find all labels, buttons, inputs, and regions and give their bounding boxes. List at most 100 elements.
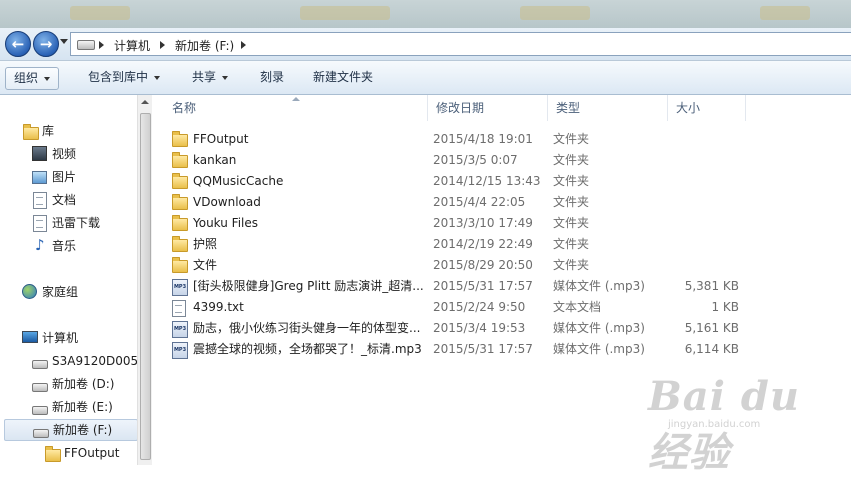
column-header-date[interactable]: 修改日期: [428, 95, 548, 121]
nav-thunder-downloads-label: 迅雷下载: [52, 216, 101, 230]
nav-computer-label: 计算机: [42, 331, 79, 345]
file-row[interactable]: 4399.txt 2015/2/24 9:50 文本文档 1 KB: [168, 297, 748, 318]
music-icon: ♪: [35, 236, 45, 254]
forward-button[interactable]: →: [33, 31, 59, 57]
file-type: 文件夹: [553, 195, 590, 209]
nav-drive-c-label: S3A9120D005: [52, 354, 139, 368]
file-date: 2014/2/19 22:49: [433, 237, 533, 251]
background-blur: [520, 6, 590, 20]
file-type: 文件夹: [553, 174, 590, 188]
file-type: 媒体文件 (.mp3): [553, 279, 645, 293]
file-date: 2015/2/24 9:50: [433, 300, 526, 314]
watermark: Bai du 经验 jingyan.baidu.com: [648, 373, 851, 478]
drive-icon: [33, 429, 49, 438]
folder-icon: [172, 173, 188, 189]
file-row[interactable]: VDownload 2015/4/4 22:05 文件夹: [168, 192, 748, 213]
computer-icon: [22, 331, 38, 343]
download-folder-icon: [33, 215, 47, 232]
file-type: 文本文档: [553, 300, 602, 314]
file-date: 2015/5/31 17:57: [433, 342, 533, 356]
folder-icon: [172, 131, 188, 147]
new-folder-button[interactable]: 新建文件夹: [305, 67, 381, 88]
file-row[interactable]: Youku Files 2013/3/10 17:49 文件夹: [168, 213, 748, 234]
command-bar: 组织 包含到库中 共享 刻录 新建文件夹: [0, 61, 851, 95]
file-date: 2015/4/18 19:01: [433, 132, 533, 146]
nav-scrollbar[interactable]: [137, 95, 152, 465]
folder-icon: [172, 194, 188, 210]
file-name: 励志，俄小伙练习街头健身一年的体型变...: [193, 321, 421, 335]
file-type: 文件夹: [553, 237, 590, 251]
file-size: 5,381 KB: [684, 279, 739, 293]
file-date: 2015/4/4 22:05: [433, 195, 526, 209]
share-label: 共享: [192, 70, 217, 84]
video-icon: [32, 146, 47, 161]
file-row[interactable]: kankan 2015/3/5 0:07 文件夹: [168, 150, 748, 171]
file-name: [街头极限健身]Greg Plitt 励志演讲_超清...: [193, 279, 424, 293]
nav-drive-f[interactable]: 新加卷 (F:): [4, 419, 138, 441]
organize-button[interactable]: 组织: [5, 67, 60, 90]
burn-button[interactable]: 刻录: [252, 67, 292, 88]
file-row[interactable]: QQMusicCache 2014/12/15 13:43 文件夹: [168, 171, 748, 192]
file-name: 震撼全球的视频，全场都哭了！_标清.mp3: [193, 342, 422, 356]
file-row[interactable]: MP3 震撼全球的视频，全场都哭了！_标清.mp3 2015/5/31 17:5…: [168, 339, 748, 360]
chevron-right-icon[interactable]: [99, 41, 104, 49]
file-name: 护照: [193, 237, 218, 251]
watermark-url: jingyan.baidu.com: [668, 419, 761, 430]
nav-ffoutput-label: FFOutput: [64, 446, 120, 460]
nav-drive-e-label: 新加卷 (E:): [52, 400, 113, 414]
breadcrumb-computer[interactable]: 计算机: [114, 37, 150, 54]
file-name: FFOutput: [193, 132, 249, 146]
file-name: 文件: [193, 258, 218, 272]
chevron-right-icon[interactable]: [160, 41, 165, 49]
picture-icon: [32, 171, 47, 184]
file-type: 文件夹: [553, 153, 590, 167]
address-box[interactable]: 计算机 新加卷 (F:): [70, 32, 851, 56]
navigation-pane: 库 视频 图片 文档 迅雷下载 ♪ 音乐 家庭组 计算机 S3A9120D005…: [0, 95, 150, 465]
folder-icon: [45, 446, 61, 462]
organize-label: 组织: [14, 71, 39, 85]
scroll-up-icon[interactable]: [141, 100, 149, 104]
drive-icon: [32, 406, 48, 415]
file-name: QQMusicCache: [193, 174, 284, 188]
nav-pictures-label: 图片: [52, 170, 77, 184]
file-size: 6,114 KB: [684, 342, 739, 356]
nav-videos-label: 视频: [52, 147, 77, 161]
text-file-icon: [172, 300, 186, 317]
background-blur: [760, 6, 810, 20]
breadcrumb-drive-f[interactable]: 新加卷 (F:): [175, 37, 234, 54]
mp3-file-icon: MP3: [172, 279, 188, 296]
library-icon: [23, 124, 39, 140]
file-row[interactable]: FFOutput 2015/4/18 19:01 文件夹: [168, 129, 748, 150]
nav-documents-label: 文档: [52, 193, 77, 207]
window-top-strip: [0, 0, 851, 28]
chevron-right-icon[interactable]: [241, 41, 246, 49]
file-date: 2015/3/4 19:53: [433, 321, 526, 335]
file-name: kankan: [193, 153, 237, 167]
document-icon: [33, 192, 47, 209]
include-in-library-label: 包含到库中: [88, 70, 149, 84]
column-header-size[interactable]: 大小: [668, 95, 746, 121]
folder-icon: [172, 152, 188, 168]
file-row[interactable]: MP3 [街头极限健身]Greg Plitt 励志演讲_超清... 2015/5…: [168, 276, 748, 297]
chevron-down-icon: [44, 76, 51, 81]
file-date: 2015/3/5 0:07: [433, 153, 518, 167]
folder-icon: [172, 215, 188, 231]
file-date: 2015/5/31 17:57: [433, 279, 533, 293]
folder-icon: [172, 257, 188, 273]
file-date: 2014/12/15 13:43: [433, 174, 541, 188]
file-row[interactable]: 护照 2014/2/19 22:49 文件夹: [168, 234, 748, 255]
include-in-library-button[interactable]: 包含到库中: [80, 67, 168, 88]
drive-icon: [32, 383, 48, 392]
back-button[interactable]: ←: [5, 31, 31, 57]
background-blur: [300, 6, 390, 20]
column-header-name[interactable]: 名称: [164, 95, 428, 121]
recent-pages-dropdown[interactable]: [60, 39, 68, 44]
chevron-down-icon: [222, 75, 229, 80]
folder-icon: [172, 236, 188, 252]
file-row[interactable]: MP3 励志，俄小伙练习街头健身一年的体型变... 2015/3/4 19:53…: [168, 318, 748, 339]
share-button[interactable]: 共享: [184, 67, 236, 88]
file-row[interactable]: 文件 2015/8/29 20:50 文件夹: [168, 255, 748, 276]
scrollbar-thumb[interactable]: [140, 113, 151, 460]
file-type: 媒体文件 (.mp3): [553, 342, 645, 356]
column-header-type[interactable]: 类型: [548, 95, 668, 121]
